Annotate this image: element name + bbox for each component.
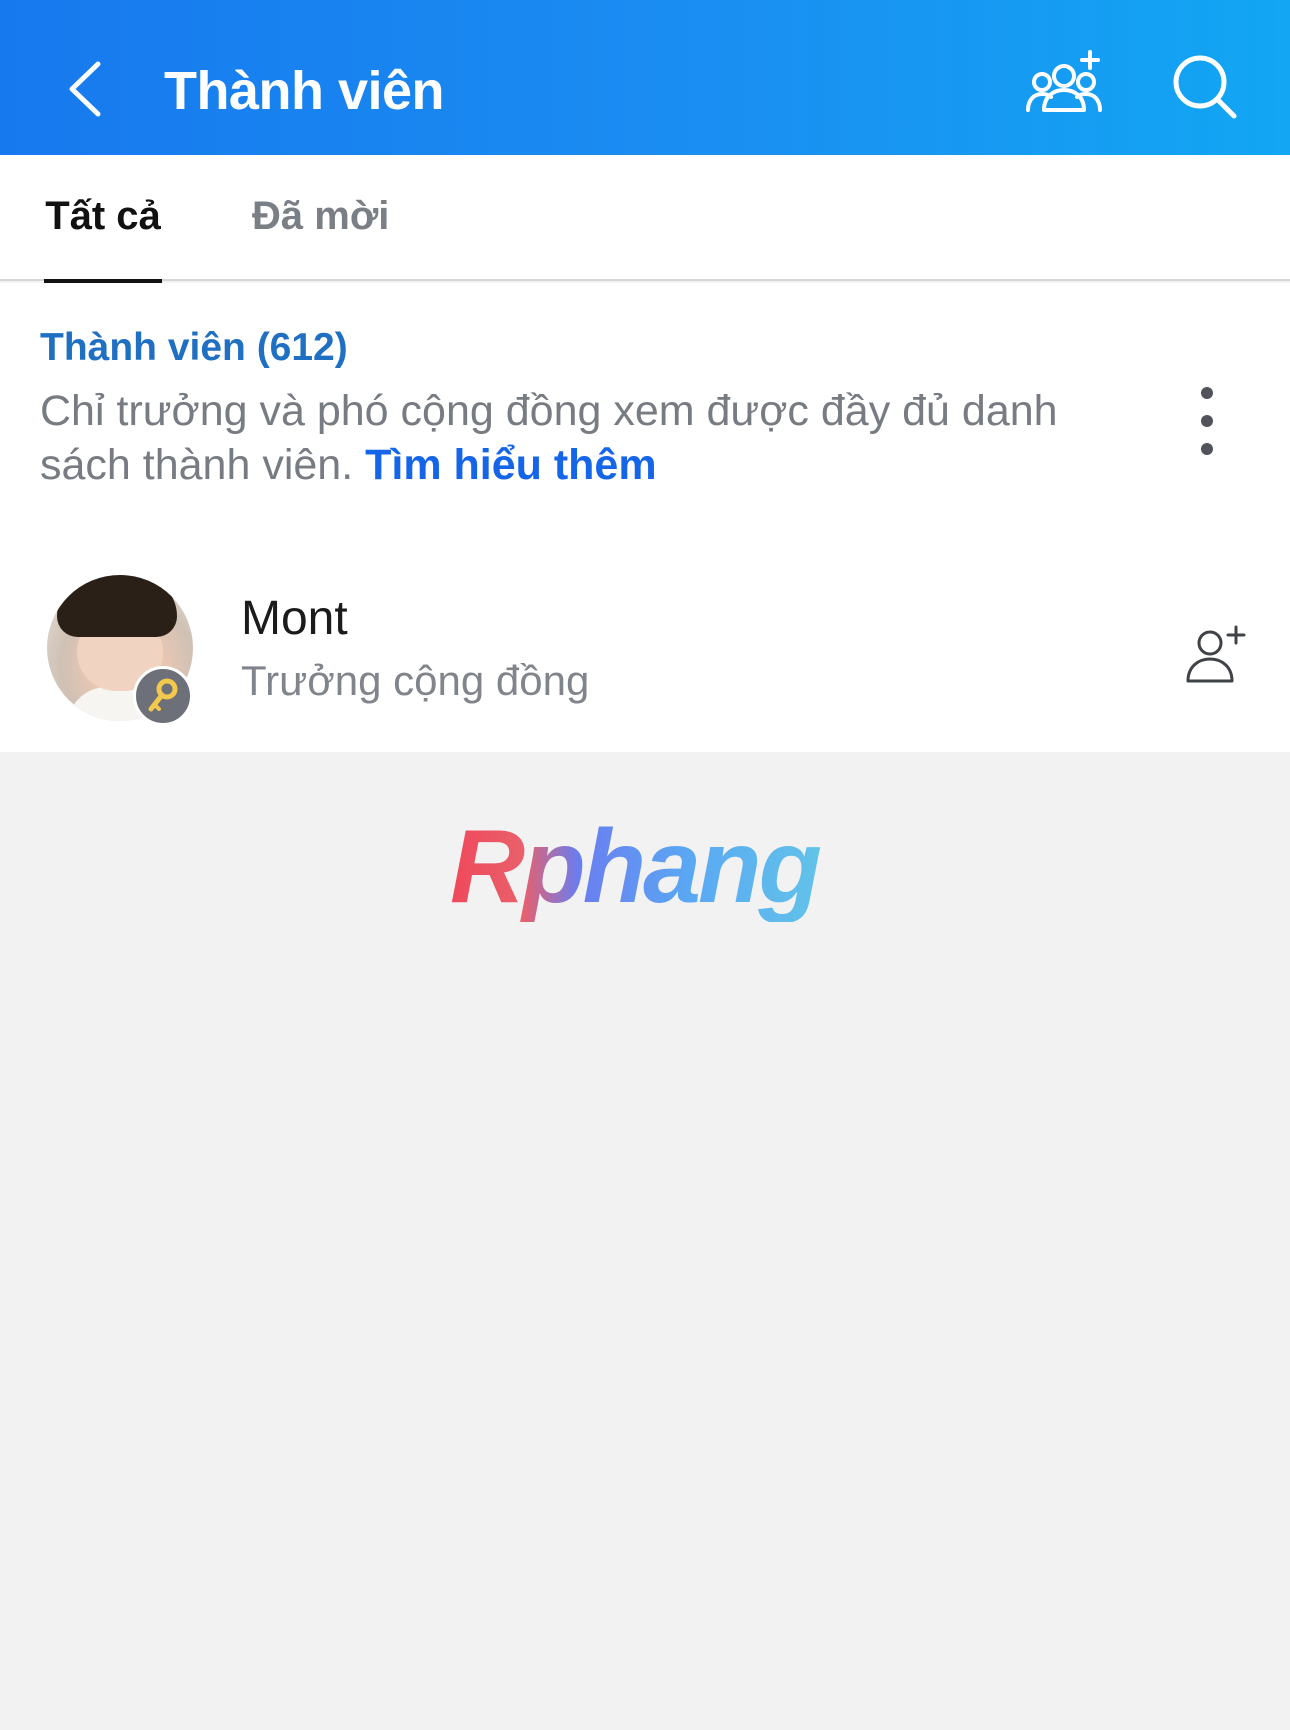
tab-all-label: Tất cả (45, 194, 161, 238)
search-icon (1173, 55, 1237, 119)
add-member-button[interactable] (1024, 46, 1104, 122)
back-button[interactable] (58, 52, 118, 126)
members-visibility-note: Chỉ trưởng và phó cộng đồng xem được đầy… (40, 384, 1140, 492)
tab-bar: Tất cả Đã mời (0, 155, 1290, 283)
dot (1201, 443, 1213, 455)
dot (1201, 415, 1213, 427)
member-list-item[interactable]: Mont Trưởng cộng đồng (0, 555, 1290, 745)
more-options-button[interactable] (1185, 383, 1229, 459)
add-friend-icon (1186, 625, 1246, 683)
chevron-left-icon (69, 61, 101, 117)
add-friend-button[interactable] (1184, 623, 1250, 687)
dot (1201, 387, 1213, 399)
member-role: Trưởng cộng đồng (241, 657, 590, 704)
top-app-bar: Thành viên (0, 0, 1290, 155)
key-icon (133, 666, 193, 726)
member-name: Mont (241, 592, 348, 645)
tab-invited[interactable]: Đã mời (252, 155, 389, 281)
watermark-logo: Rphang (450, 812, 850, 922)
tab-all[interactable]: Tất cả (44, 155, 162, 283)
search-button[interactable] (1170, 52, 1242, 124)
members-count-title: Thành viên (612) (40, 326, 348, 369)
tab-invited-label: Đã mời (252, 194, 390, 238)
group-add-icon (1026, 50, 1102, 112)
members-panel: Thành viên (612) Chỉ trưởng và phó cộng … (0, 283, 1290, 752)
page-title: Thành viên (164, 61, 445, 121)
learn-more-link[interactable]: Tìm hiểu thêm (365, 441, 656, 489)
